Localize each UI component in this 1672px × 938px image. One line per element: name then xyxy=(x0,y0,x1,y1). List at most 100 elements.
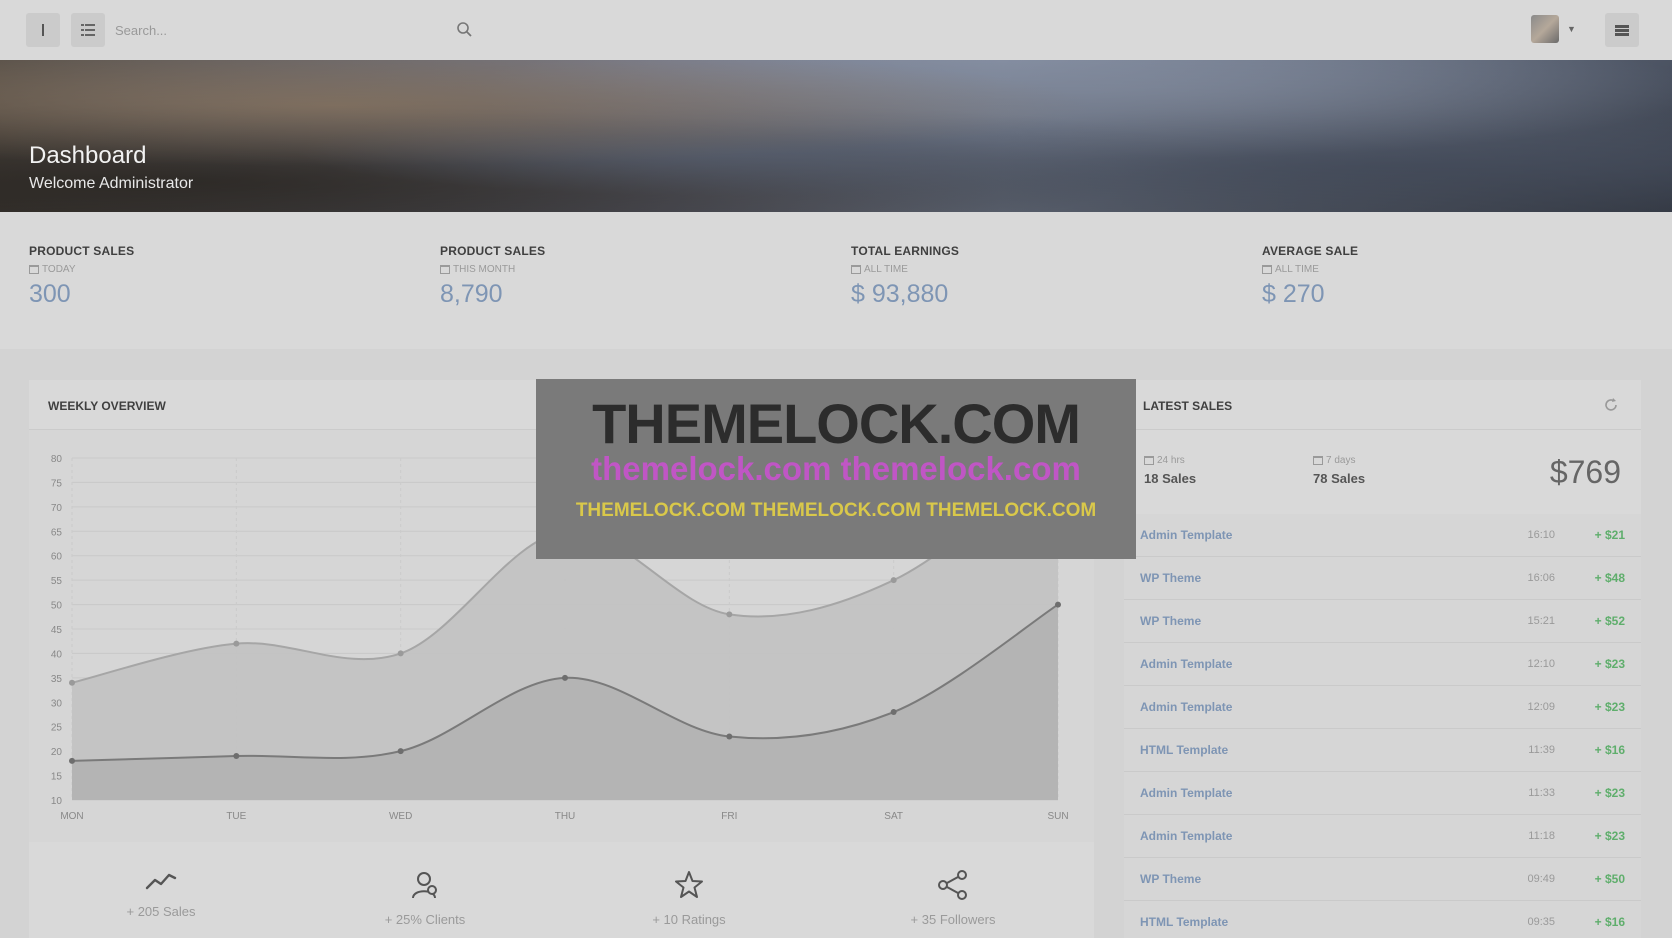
footer-stat-ratings: + 10 Ratings xyxy=(557,842,821,938)
sale-amount: + $23 xyxy=(1594,829,1625,843)
page-title: Dashboard xyxy=(29,142,147,169)
right-menu-button[interactable] xyxy=(1605,13,1639,47)
page-subtitle: Welcome Administrator xyxy=(29,175,194,192)
refresh-icon[interactable] xyxy=(1603,397,1619,413)
data-point xyxy=(562,674,568,681)
x-tick-label: MON xyxy=(60,811,83,822)
sale-product-link[interactable]: WP Theme xyxy=(1140,614,1201,628)
user-award-icon xyxy=(412,872,437,899)
sale-amount: + $23 xyxy=(1594,657,1625,671)
y-tick-label: 60 xyxy=(51,552,63,563)
x-tick-label: TUE xyxy=(226,811,246,822)
sale-row: Admin Template 12:09 + $23 xyxy=(1124,686,1641,729)
footer-stat-sales: + 205 Sales xyxy=(29,842,293,938)
user-avatar[interactable] xyxy=(1531,15,1559,43)
sale-amount: + $23 xyxy=(1594,786,1625,800)
stats-row: PRODUCT SALES TODAY 300 PRODUCT SALES TH… xyxy=(0,212,1672,349)
calendar-icon xyxy=(440,265,450,274)
sale-time: 11:39 xyxy=(1528,744,1555,756)
stat-label: TOTAL EARNINGS xyxy=(851,244,960,258)
stat-value: $ 93,880 xyxy=(851,280,949,308)
sale-product-link[interactable]: HTML Template xyxy=(1140,915,1228,929)
y-tick-label: 80 xyxy=(51,454,63,465)
summary-period: 7 days xyxy=(1326,455,1356,466)
latest-sales-panel: LATEST SALES 24 hrs 18 Sales 7 days 78 S… xyxy=(1124,380,1641,938)
y-tick-label: 30 xyxy=(51,698,63,709)
footer-stat-label: + 10 Ratings xyxy=(652,912,726,927)
watermark-line-2: themelock.com themelock.com xyxy=(591,450,1081,487)
sale-row: HTML Template 09:35 + $16 xyxy=(1124,901,1641,938)
panel-title: WEEKLY OVERVIEW xyxy=(48,399,166,413)
summary-24hrs: 24 hrs 18 Sales xyxy=(1144,455,1196,486)
data-point xyxy=(1055,601,1061,608)
data-point xyxy=(726,611,733,618)
sale-amount: + $48 xyxy=(1594,571,1625,585)
stat-period: ALL TIME xyxy=(1275,264,1319,275)
list-icon xyxy=(81,24,95,36)
share-icon xyxy=(938,870,967,900)
sale-row: WP Theme 09:49 + $50 xyxy=(1124,858,1641,901)
chevron-down-icon[interactable]: ▼ xyxy=(1567,24,1576,34)
y-tick-label: 65 xyxy=(51,527,63,538)
data-point xyxy=(69,757,75,764)
search-icon[interactable] xyxy=(455,20,475,40)
panel-header: LATEST SALES xyxy=(1124,380,1641,430)
panel-title: LATEST SALES xyxy=(1143,399,1233,413)
sale-amount: + $23 xyxy=(1594,700,1625,714)
sale-amount: + $50 xyxy=(1594,872,1625,886)
sale-amount: + $16 xyxy=(1594,743,1625,757)
sidebar-toggle-button[interactable] xyxy=(26,13,60,47)
data-point xyxy=(397,748,404,755)
summary-count: 18 Sales xyxy=(1144,471,1197,486)
sale-product-link[interactable]: HTML Template xyxy=(1140,743,1228,757)
sale-time: 16:06 xyxy=(1527,572,1555,584)
sale-product-link[interactable]: WP Theme xyxy=(1140,872,1201,886)
sale-amount: + $21 xyxy=(1594,528,1625,542)
calendar-icon xyxy=(851,265,861,274)
y-tick-label: 10 xyxy=(51,796,63,807)
search-input[interactable] xyxy=(115,16,475,44)
sale-time: 12:09 xyxy=(1527,701,1555,713)
footer-stat-followers: + 35 Followers xyxy=(821,842,1085,938)
sale-product-link[interactable]: Admin Template xyxy=(1140,657,1232,671)
x-tick-label: SUN xyxy=(1047,811,1068,822)
chart-footer: + 205 Sales + 25% Clients + 10 Ratings +… xyxy=(29,842,1094,938)
calendar-icon xyxy=(1313,456,1323,465)
sale-amount: + $52 xyxy=(1594,614,1625,628)
stat-label: PRODUCT SALES xyxy=(440,244,546,258)
footer-stat-label: + 25% Clients xyxy=(384,912,466,927)
y-tick-label: 45 xyxy=(51,625,63,636)
watermark-line-3: THEMELOCK.COM THEMELOCK.COM THEMELOCK.CO… xyxy=(575,500,1097,521)
sale-row: Admin Template 12:10 + $23 xyxy=(1124,643,1641,686)
y-tick-label: 75 xyxy=(51,478,63,489)
stat-product-sales-today: PRODUCT SALES TODAY 300 xyxy=(29,244,134,309)
x-tick-label: FRI xyxy=(721,811,737,822)
sale-amount: + $16 xyxy=(1594,915,1625,929)
sale-time: 16:10 xyxy=(1527,529,1555,541)
y-tick-label: 40 xyxy=(51,649,63,660)
sale-time: 09:35 xyxy=(1527,916,1555,928)
summary-7days: 7 days 78 Sales xyxy=(1313,455,1365,486)
sale-product-link[interactable]: Admin Template xyxy=(1140,786,1232,800)
stat-total-earnings: TOTAL EARNINGS ALL TIME $ 93,880 xyxy=(851,244,959,309)
stat-value: 8,790 xyxy=(440,280,503,308)
y-tick-label: 15 xyxy=(51,772,63,783)
calendar-icon xyxy=(29,265,39,274)
stat-product-sales-month: PRODUCT SALES THIS MONTH 8,790 xyxy=(440,244,545,309)
menu-icon xyxy=(1615,24,1629,36)
data-point xyxy=(233,753,240,760)
grid-menu-button[interactable] xyxy=(71,13,105,47)
stat-value: 300 xyxy=(29,280,71,308)
trend-line-icon xyxy=(145,873,177,890)
sale-product-link[interactable]: Admin Template xyxy=(1140,829,1232,843)
sale-product-link[interactable]: Admin Template xyxy=(1140,528,1232,542)
data-point xyxy=(726,733,733,740)
header-banner: Dashboard Welcome Administrator xyxy=(0,60,1672,212)
y-tick-label: 70 xyxy=(51,503,63,514)
sale-row: WP Theme 15:21 + $52 xyxy=(1124,600,1641,643)
data-point xyxy=(397,650,404,657)
sale-row: Admin Template 16:10 + $21 xyxy=(1124,514,1641,557)
sale-product-link[interactable]: WP Theme xyxy=(1140,571,1201,585)
sale-product-link[interactable]: Admin Template xyxy=(1140,700,1232,714)
x-tick-label: THU xyxy=(555,811,576,822)
